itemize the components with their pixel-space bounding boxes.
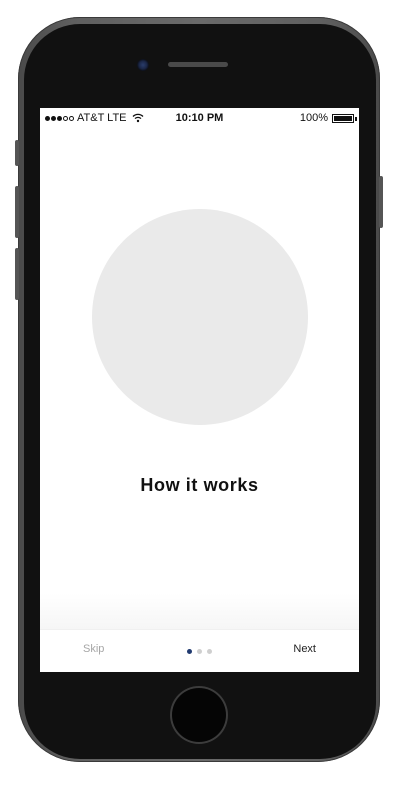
earpiece-speaker [168,62,228,67]
page-dot[interactable] [187,649,192,654]
page-dot[interactable] [197,649,202,654]
home-button[interactable] [172,688,226,742]
page-dot[interactable] [207,649,212,654]
skip-button[interactable]: Skip [83,643,104,655]
volume-up-button [15,186,19,238]
next-button[interactable]: Next [293,643,316,655]
onboarding-title: How it works [140,475,259,495]
status-bar: AT&T LTE 10:10 PM 100% [40,108,359,128]
volume-down-button [15,248,19,300]
mute-switch [15,140,19,166]
phone-screen: AT&T LTE 10:10 PM 100% How it works Skip… [40,108,359,672]
power-button [379,176,383,228]
status-right: 100% [299,112,357,124]
bottom-fade [40,593,359,629]
front-camera [137,59,149,71]
battery-percent: 100% [299,112,328,124]
battery-fill [334,115,352,121]
onboarding-footer: Skip Next [40,629,359,672]
page-indicator[interactable] [187,649,212,654]
illustration-placeholder [92,209,308,425]
battery-icon [332,113,357,123]
